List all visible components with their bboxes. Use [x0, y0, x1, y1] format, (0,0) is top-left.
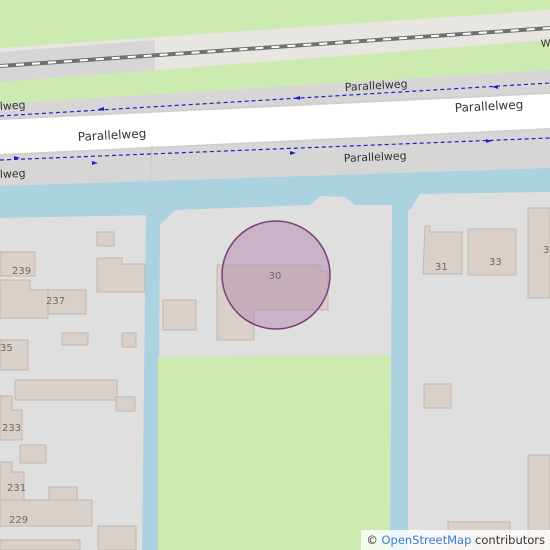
marker-label: 30 — [269, 271, 282, 282]
house-number: 231 — [7, 483, 26, 494]
house-number: 31 — [435, 262, 448, 273]
street-label: W — [540, 38, 550, 50]
map-attribution: © OpenStreetMap contributors — [361, 530, 550, 550]
house-number: 33 — [489, 257, 502, 268]
map-view[interactable]: 30 Parallelweg Parallelweg Parallelweg P… — [0, 0, 550, 550]
openstreetmap-link[interactable]: OpenStreetMap — [381, 533, 471, 547]
attribution-suffix: contributors — [471, 533, 545, 547]
house-number: 237 — [46, 296, 65, 307]
house-number: 35 — [0, 343, 13, 354]
house-number: 229 — [9, 515, 28, 526]
street-label: Parallelweg — [344, 149, 407, 165]
attribution-prefix: © — [366, 533, 382, 547]
house-number: 3 — [543, 245, 549, 256]
house-number: 233 — [2, 423, 21, 434]
map-canvas[interactable]: 30 Parallelweg Parallelweg Parallelweg P… — [0, 0, 550, 550]
street-label: lweg — [0, 99, 26, 113]
grass-field — [158, 355, 390, 550]
street-label: lweg — [0, 167, 26, 181]
house-number: 239 — [12, 266, 31, 277]
